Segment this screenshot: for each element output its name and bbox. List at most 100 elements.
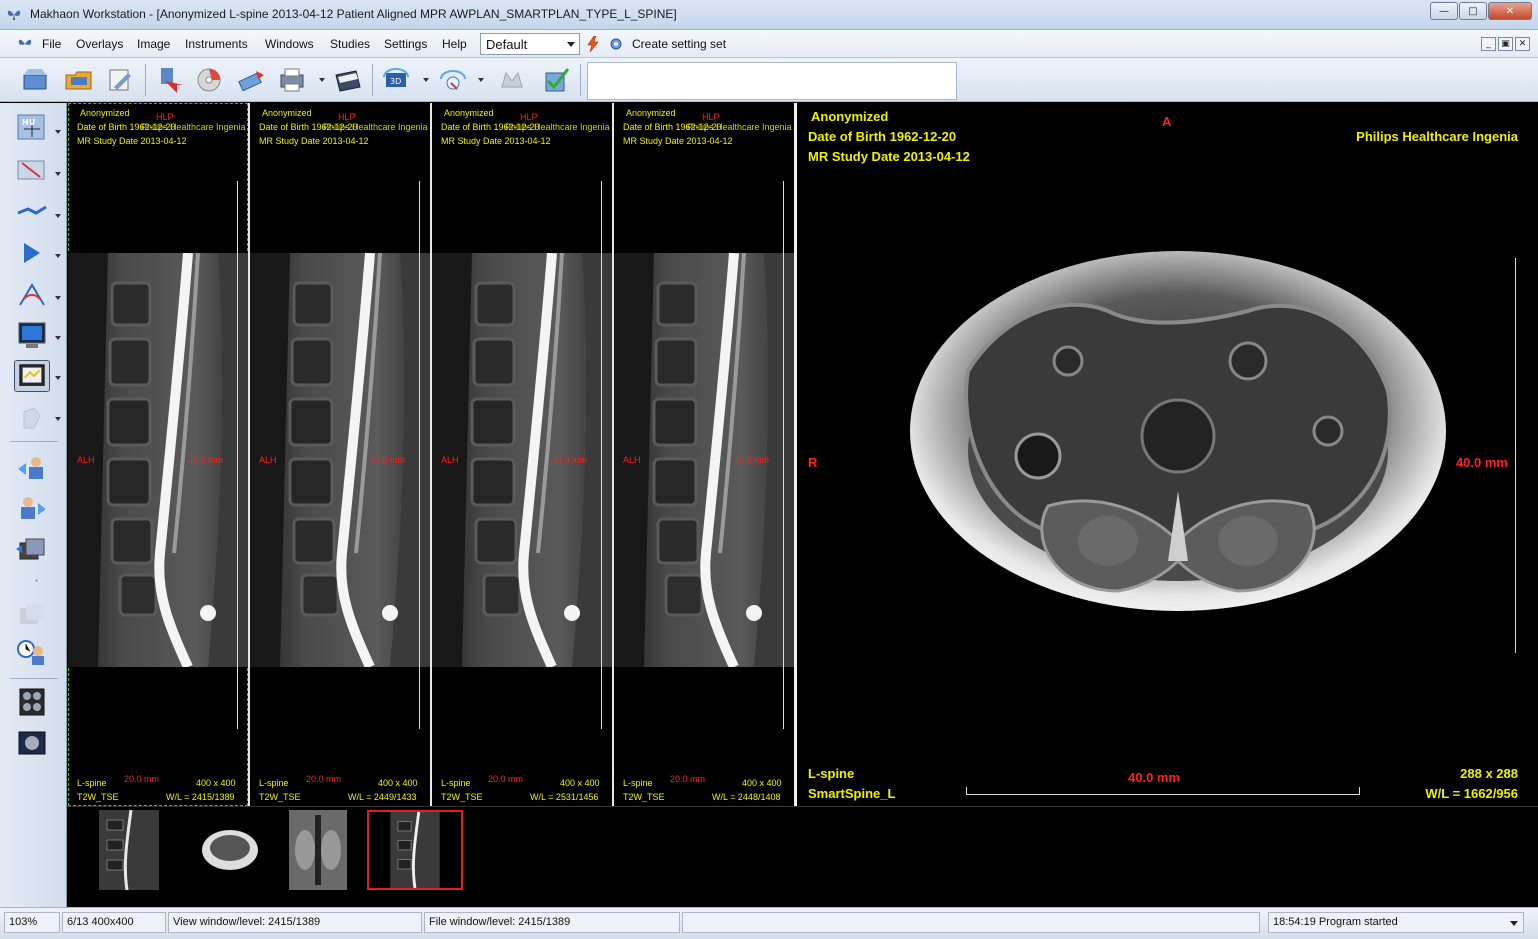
- pacs-send-icon[interactable]: [236, 65, 268, 95]
- menu-studies[interactable]: Studies: [330, 37, 370, 51]
- angle-measure-icon[interactable]: [14, 279, 50, 311]
- ruler-label: 20.0 mm: [670, 774, 706, 784]
- window-title: Makhaon Workstation - [Anonymized L-spin…: [30, 7, 677, 21]
- disabled-series-icon[interactable]: [14, 600, 50, 632]
- minimize-button[interactable]: —: [1430, 2, 1458, 20]
- viewport-3[interactable]: Anonymized HLP Date of Birth 1962-12-20 …: [432, 103, 612, 806]
- vertical-scale: [1506, 258, 1516, 653]
- butterfly-icon[interactable]: [17, 36, 33, 52]
- menu-settings[interactable]: Settings: [384, 37, 427, 51]
- orientation-left: ALH: [441, 455, 459, 465]
- series-thumbnail-strip: [67, 806, 1538, 907]
- title-bar: Makhaon Workstation - [Anonymized L-spin…: [0, 0, 1538, 30]
- open-study-icon[interactable]: [20, 65, 52, 95]
- mdi-restore-button[interactable]: ▣: [1498, 37, 1513, 51]
- gear-icon[interactable]: [609, 37, 623, 51]
- separator-dot: *: [35, 578, 39, 587]
- window-level: W/L = 2448/1408: [712, 792, 781, 802]
- disabled-tool-icon[interactable]: [14, 402, 50, 434]
- menu-overlays[interactable]: Overlays: [76, 37, 123, 51]
- vertical-scale: [774, 181, 784, 729]
- mdi-minimize-button[interactable]: _: [1481, 37, 1496, 51]
- print-icon[interactable]: [276, 65, 308, 95]
- user-clock-icon[interactable]: [14, 637, 50, 669]
- patient-name: Anonymized: [262, 108, 312, 118]
- import-arrow-icon[interactable]: [155, 65, 187, 95]
- viewport-4[interactable]: Anonymized HLP Date of Birth 1962-12-20 …: [614, 103, 794, 806]
- institution: Philips Healthcare Ingenia: [1356, 129, 1518, 144]
- image-viewer[interactable]: Anonymized HLP Date of Birth 1962-12-20 …: [68, 103, 1538, 806]
- menu-image[interactable]: Image: [137, 37, 170, 51]
- lightning-icon[interactable]: [586, 36, 600, 52]
- protocol: T2W_TSE: [623, 792, 665, 802]
- film-icon[interactable]: [332, 65, 364, 95]
- window-level: W/L = 2415/1389: [166, 792, 235, 802]
- institution: Philips Healthcare Ingenia: [687, 122, 792, 132]
- ruler-measure-icon[interactable]: [14, 153, 50, 185]
- create-setting-set-button[interactable]: Create setting set: [632, 37, 726, 51]
- menu-help[interactable]: Help: [442, 37, 467, 51]
- window-level: W/L = 2449/1433: [348, 792, 417, 802]
- chevron-down-icon: [1510, 921, 1518, 926]
- ruler-label: 20.0 mm: [124, 774, 160, 784]
- volume-render-icon[interactable]: [496, 65, 528, 95]
- ruler-label: 20.0 mm: [306, 774, 342, 784]
- study-date: MR Study Date 2013-04-12: [259, 136, 369, 146]
- preset-select[interactable]: Default: [480, 33, 580, 55]
- play-icon[interactable]: [14, 237, 50, 269]
- protocol: T2W_TSE: [77, 792, 119, 802]
- thumbnail-sagittal-selected[interactable]: [367, 810, 463, 890]
- thumbnail-coronal[interactable]: [277, 810, 373, 890]
- layout-grid-icon[interactable]: [14, 686, 50, 718]
- user-next-icon[interactable]: [14, 493, 50, 525]
- orientation-left: ALH: [623, 455, 641, 465]
- cd-burn-icon[interactable]: [194, 65, 226, 95]
- patient-name: Anonymized: [626, 108, 676, 118]
- series-stack-icon[interactable]: [14, 535, 50, 567]
- mdi-close-button[interactable]: ✕: [1515, 37, 1530, 51]
- orientation-top: HLP: [702, 112, 720, 122]
- edit-document-icon[interactable]: [104, 65, 136, 95]
- svg-text:HU: HU: [22, 118, 35, 127]
- toolbar-text-field[interactable]: [587, 62, 957, 100]
- close-button[interactable]: ✕: [1488, 2, 1532, 20]
- matrix-size: 288 x 288: [1460, 766, 1518, 781]
- user-prev-icon[interactable]: [14, 453, 50, 485]
- single-view-icon[interactable]: [14, 727, 50, 759]
- maximize-button[interactable]: □: [1459, 2, 1487, 20]
- protocol: T2W_TSE: [441, 792, 483, 802]
- mpr-icon[interactable]: [437, 65, 469, 95]
- orientation-top: HLP: [520, 112, 538, 122]
- status-bar: 103% 6/13 400x400 View window/level: 241…: [0, 907, 1538, 939]
- institution: Philips Healthcare Ingenia: [505, 122, 610, 132]
- measure-tool-icon[interactable]: [14, 195, 50, 227]
- log-dropdown[interactable]: 18:54:19 Program started: [1268, 912, 1524, 933]
- viewport-2[interactable]: Anonymized HLP Date of Birth 1962-12-20 …: [250, 103, 430, 806]
- monitor-icon[interactable]: [14, 320, 50, 352]
- window-level: W/L = 1662/956: [1425, 786, 1518, 801]
- scale-label: 40.0 mm: [370, 455, 406, 465]
- institution: Philips Healthcare Ingenia: [141, 122, 246, 132]
- window-level-icon[interactable]: [14, 360, 50, 392]
- matrix-size: 400 x 400: [378, 778, 418, 788]
- thumbnail-sagittal-1[interactable]: [87, 810, 183, 890]
- image-info: 6/13 400x400: [62, 912, 166, 933]
- zoom-level: 103%: [4, 912, 60, 933]
- open-folder-icon[interactable]: [63, 65, 95, 95]
- thumbnail-axial[interactable]: [182, 810, 278, 890]
- patient-name: Anonymized: [811, 109, 889, 124]
- scale-label: 40.0 mm: [1455, 455, 1508, 470]
- protocol: SmartSpine_L: [808, 786, 896, 801]
- axial-viewport[interactable]: Anonymized Date of Birth 1962-12-20 MR S…: [796, 103, 1538, 806]
- rotate-3d-icon[interactable]: 3D: [380, 65, 412, 95]
- series-name: L-spine: [441, 778, 471, 788]
- axial-image[interactable]: [908, 251, 1448, 631]
- menu-instruments[interactable]: Instruments: [185, 37, 248, 51]
- view-window-level: View window/level: 2415/1389: [168, 912, 422, 933]
- menu-windows[interactable]: Windows: [265, 37, 314, 51]
- left-tool-column: HU *: [0, 103, 67, 907]
- apply-check-icon[interactable]: [540, 65, 572, 95]
- hu-measure-icon[interactable]: HU: [14, 111, 50, 143]
- viewport-1[interactable]: Anonymized HLP Date of Birth 1962-12-20 …: [68, 103, 248, 806]
- menu-file[interactable]: File: [42, 37, 61, 51]
